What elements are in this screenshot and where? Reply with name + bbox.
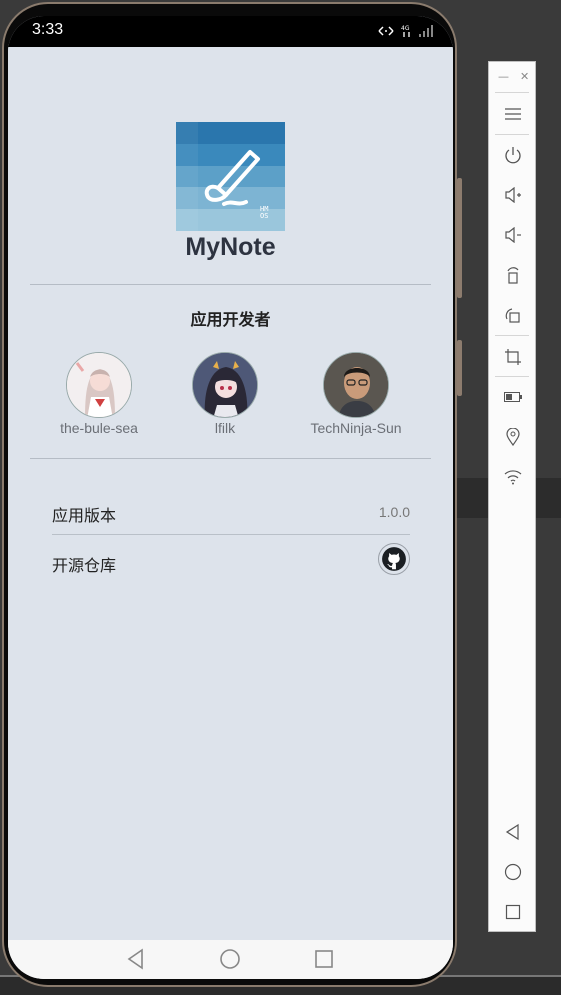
about-page: HMOS MyNote 应用开发者 the-bule-sea lfilk Tec… — [8, 47, 453, 940]
location-icon[interactable] — [501, 425, 525, 449]
developer-card[interactable]: TechNinja-Sun — [291, 352, 421, 436]
anime-girl-dark-avatar — [193, 353, 257, 417]
phone-power-button[interactable] — [457, 340, 462, 396]
repository-label: 开源仓库 — [52, 556, 117, 575]
developer-name: the-bule-sea — [60, 420, 138, 436]
back-icon[interactable] — [126, 948, 146, 970]
emulator-toolbar: — ✕ — [488, 61, 536, 932]
app-name: MyNote — [185, 233, 276, 261]
recents-icon[interactable] — [501, 900, 525, 924]
volume-down-icon[interactable] — [501, 223, 525, 247]
toolbar-divider — [495, 92, 529, 93]
anime-girl-avatar — [67, 353, 131, 417]
recents-icon[interactable] — [314, 948, 334, 970]
crop-icon[interactable] — [501, 345, 525, 369]
back-icon[interactable] — [501, 820, 525, 844]
volume-up-icon[interactable] — [501, 183, 525, 207]
divider — [30, 458, 431, 459]
status-bar: 3:33 4G — [8, 16, 453, 47]
repository-row[interactable]: 开源仓库 — [52, 543, 410, 584]
avatar[interactable] — [192, 352, 258, 418]
power-icon[interactable] — [501, 143, 525, 167]
person-photo-avatar — [324, 353, 388, 417]
toolbar-divider — [495, 335, 529, 336]
version-value: 1.0.0 — [378, 504, 410, 520]
wifi-icon[interactable] — [501, 465, 525, 489]
developer-card[interactable]: the-bule-sea — [34, 352, 164, 436]
phone-screen: 3:33 4G HMOS MyNote 应用开发者 the-bule-sea l… — [8, 16, 453, 979]
rotate-icon[interactable] — [501, 264, 525, 288]
developer-name: lfilk — [214, 420, 236, 436]
status-icons: 4G — [377, 24, 435, 38]
row-divider — [52, 534, 410, 535]
cellular-icon — [419, 25, 433, 37]
signal-icon — [378, 26, 394, 36]
rotate-alt-icon[interactable] — [501, 304, 525, 328]
status-time: 3:33 — [32, 21, 64, 38]
toolbar-divider — [495, 134, 529, 135]
home-icon[interactable] — [219, 948, 241, 970]
divider — [30, 284, 431, 285]
version-label: 应用版本 — [52, 506, 117, 525]
avatar[interactable] — [66, 352, 132, 418]
developers-title: 应用开发者 — [190, 310, 271, 329]
home-icon[interactable] — [501, 860, 525, 884]
menu-icon[interactable] — [501, 102, 525, 126]
battery-icon[interactable] — [501, 385, 525, 409]
github-icon — [382, 547, 406, 571]
version-row: 应用版本 1.0.0 — [52, 494, 410, 534]
avatar[interactable] — [323, 352, 389, 418]
toolbar-divider — [495, 376, 529, 377]
logo-text: HMOS — [260, 205, 269, 220]
developer-name: TechNinja-Sun — [310, 420, 402, 436]
app-logo: HMOS — [176, 122, 285, 231]
network-speed-icon: 4G — [401, 25, 410, 37]
phone-side-button[interactable] — [457, 178, 462, 298]
developer-card[interactable]: lfilk — [160, 352, 290, 436]
github-button[interactable] — [378, 543, 410, 575]
svg-text:4G: 4G — [401, 25, 410, 32]
minimize-icon[interactable]: — — [498, 70, 509, 83]
navigation-bar — [8, 940, 453, 979]
close-icon[interactable]: ✕ — [520, 70, 529, 83]
